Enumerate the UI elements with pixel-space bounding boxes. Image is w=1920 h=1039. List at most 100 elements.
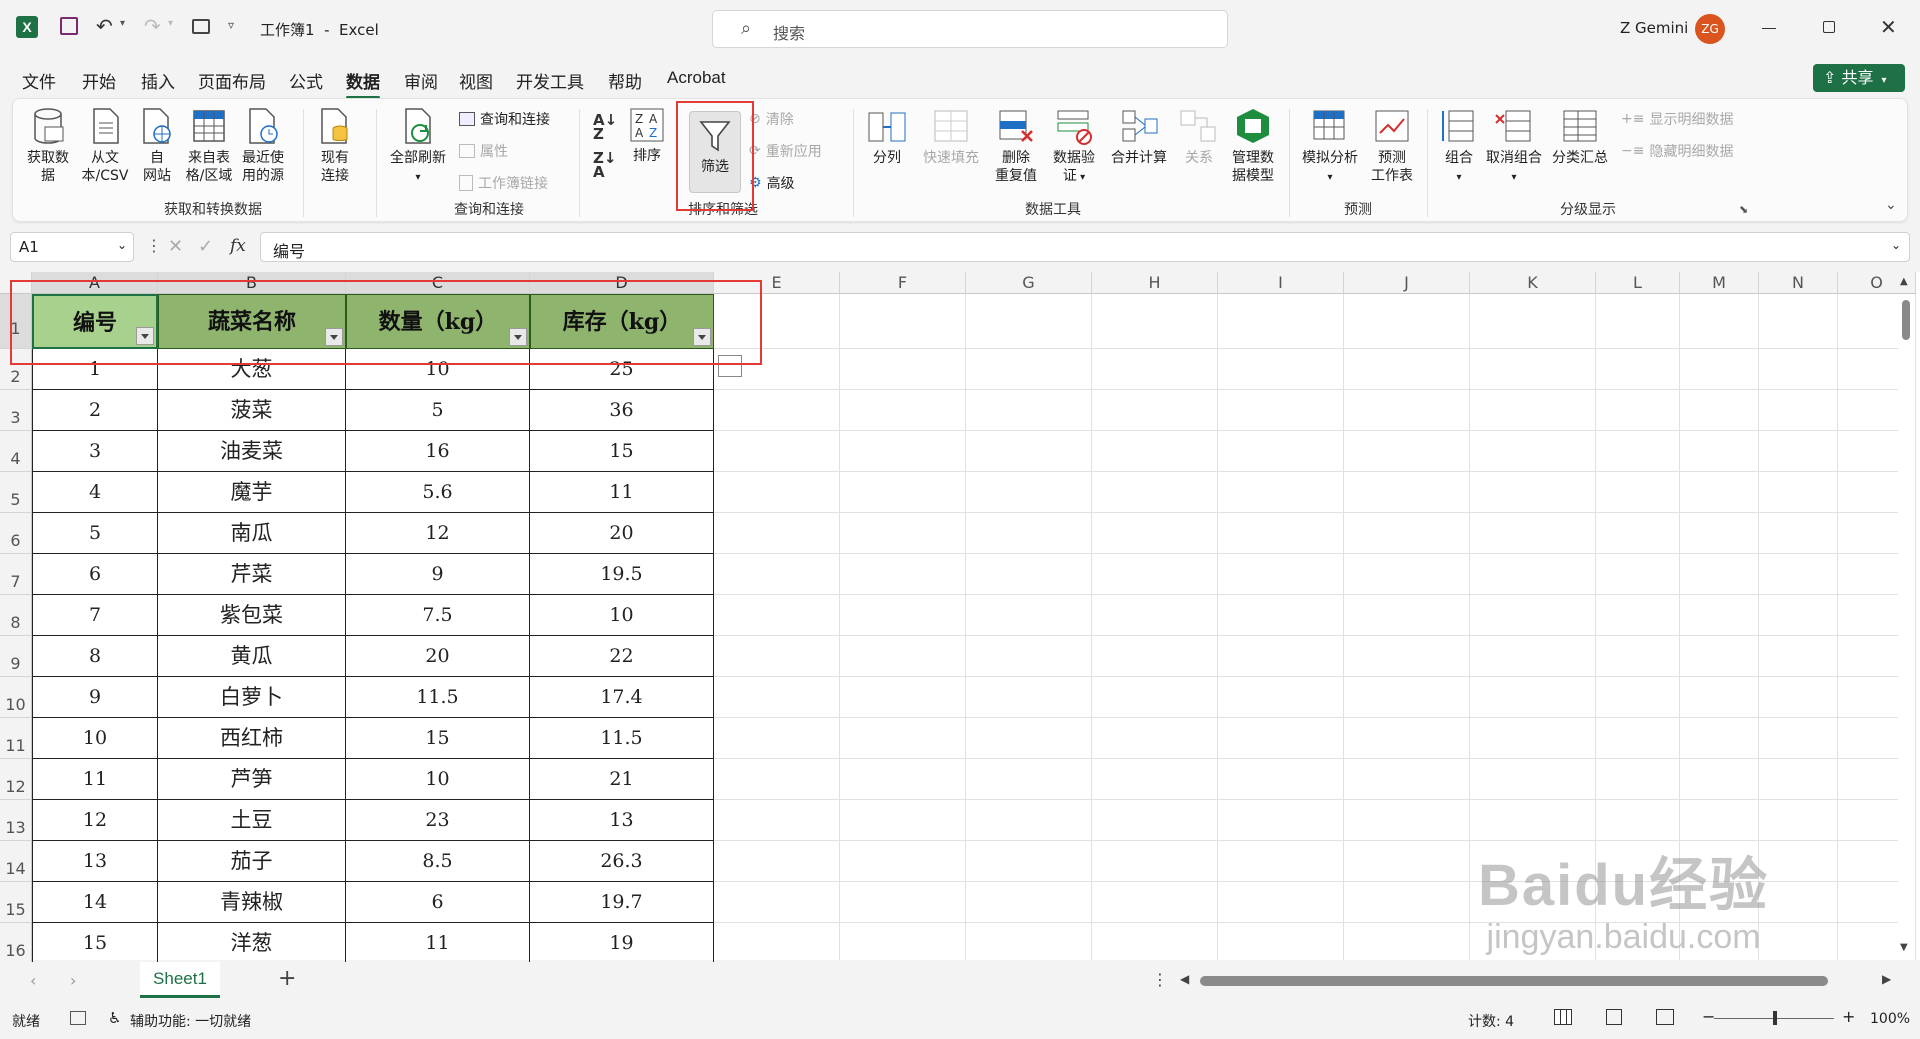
table-cell[interactable]: 油麦菜: [158, 431, 346, 472]
add-sheet-icon[interactable]: +: [278, 966, 296, 991]
table-header-cell[interactable]: 库存（kg）: [530, 294, 714, 349]
filter-dropdown-button[interactable]: [136, 327, 154, 345]
column-header-n[interactable]: N: [1759, 272, 1838, 294]
avatar[interactable]: ZG: [1695, 14, 1725, 44]
row-header-2[interactable]: 2: [0, 349, 32, 390]
table-cell[interactable]: 16: [346, 431, 530, 472]
table-cell[interactable]: 19.5: [530, 554, 714, 595]
worksheet-grid[interactable]: A B C D E F G H I J K L M N O 1 2 3 4 5 6 7 8 9 10 11 12 13 14 15 16 1 大…: [0, 272, 1920, 964]
tab-view[interactable]: 视图: [459, 68, 493, 93]
sort-descending-icon[interactable]: Z↓ A: [593, 151, 616, 180]
sort-ascending-icon[interactable]: A↓ Z: [593, 113, 617, 142]
close-icon[interactable]: ✕: [1880, 15, 1897, 39]
zoom-level[interactable]: 100%: [1870, 1011, 1910, 1027]
column-header-f[interactable]: F: [840, 272, 966, 294]
scroll-down-icon[interactable]: ▼: [1900, 942, 1908, 953]
table-cell[interactable]: 11.5: [530, 718, 714, 759]
column-header-c[interactable]: C: [346, 272, 530, 294]
table-header-cell[interactable]: 蔬菜名称: [158, 294, 346, 349]
tab-help[interactable]: 帮助: [608, 68, 642, 93]
column-header-i[interactable]: I: [1218, 272, 1344, 294]
data-validation-button[interactable]: 数据验 证 ▾: [1047, 107, 1101, 187]
table-cell[interactable]: 11: [346, 923, 530, 964]
table-cell[interactable]: 6: [32, 554, 158, 595]
table-cell[interactable]: 青辣椒: [158, 882, 346, 923]
save-icon[interactable]: [60, 17, 78, 35]
group-button[interactable]: 组合 ▾: [1437, 107, 1481, 187]
table-cell[interactable]: 洋葱: [158, 923, 346, 964]
table-cell[interactable]: 11: [32, 759, 158, 800]
table-cell[interactable]: 15: [346, 718, 530, 759]
customize-toolbar-icon[interactable]: ▿: [228, 18, 234, 32]
restore-icon[interactable]: [1823, 21, 1835, 33]
table-cell[interactable]: 10: [346, 349, 530, 390]
prev-sheet-icon[interactable]: ‹: [30, 971, 36, 990]
table-cell[interactable]: 黄瓜: [158, 636, 346, 677]
table-cell[interactable]: 9: [32, 677, 158, 718]
form-icon[interactable]: [192, 19, 210, 34]
ungroup-button[interactable]: 取消组合 ▾: [1481, 107, 1547, 187]
undo-dropdown-icon[interactable]: ▾: [120, 18, 125, 29]
zoom-in-icon[interactable]: +: [1842, 1007, 1855, 1026]
select-all-corner[interactable]: [0, 272, 32, 294]
redo-icon[interactable]: ↷: [144, 14, 161, 38]
formula-input[interactable]: 编号 ⌄: [260, 232, 1910, 262]
table-cell[interactable]: 9: [346, 554, 530, 595]
tab-home[interactable]: 开始: [82, 68, 116, 93]
table-cell[interactable]: 13: [530, 800, 714, 841]
dialog-launcher-icon[interactable]: ⬊: [1739, 203, 1748, 216]
subtotal-button[interactable]: 分类汇总: [1547, 107, 1613, 167]
sheet-options-icon[interactable]: ⋮: [1152, 970, 1168, 989]
user-name[interactable]: Z Gemini: [1620, 19, 1688, 37]
accessibility-icon[interactable]: ♿: [108, 1009, 121, 1027]
text-to-columns-button[interactable]: 分列: [865, 107, 909, 167]
row-header-12[interactable]: 12: [0, 759, 32, 800]
properties-button[interactable]: 属性: [459, 141, 508, 161]
show-detail-button[interactable]: +≡ 显示明细数据: [1621, 109, 1733, 129]
redo-dropdown-icon[interactable]: ▾: [168, 18, 173, 29]
clear-filter-button[interactable]: ⊘ 清除: [749, 109, 794, 129]
table-cell[interactable]: 14: [32, 882, 158, 923]
tab-acrobat[interactable]: Acrobat: [667, 68, 726, 88]
table-cell[interactable]: 26.3: [530, 841, 714, 882]
enter-icon[interactable]: ✓: [198, 236, 213, 257]
collapse-ribbon-icon[interactable]: ⌄: [1885, 197, 1897, 213]
name-box[interactable]: A1 ⌄: [10, 232, 134, 262]
scroll-right-icon[interactable]: ▶: [1882, 972, 1891, 986]
quick-analysis-icon[interactable]: [718, 355, 742, 377]
table-cell[interactable]: 36: [530, 390, 714, 431]
search-box[interactable]: ⌕ 搜索: [712, 10, 1228, 48]
table-cell[interactable]: 7.5: [346, 595, 530, 636]
column-header-j[interactable]: J: [1344, 272, 1470, 294]
normal-view-icon[interactable]: [1554, 1009, 1572, 1025]
scroll-up-icon[interactable]: ▲: [1900, 276, 1908, 287]
table-cell[interactable]: 茄子: [158, 841, 346, 882]
filter-dropdown-button[interactable]: [693, 328, 711, 346]
tab-file[interactable]: 文件: [22, 68, 56, 93]
refresh-all-button[interactable]: 全部刷新 ▾: [385, 107, 451, 187]
table-cell[interactable]: 5.6: [346, 472, 530, 513]
row-header-8[interactable]: 8: [0, 595, 32, 636]
table-cell[interactable]: 8: [32, 636, 158, 677]
table-cell[interactable]: 20: [346, 636, 530, 677]
sort-button[interactable]: ZAAZ 排序: [625, 107, 669, 165]
table-cell[interactable]: 芦笋: [158, 759, 346, 800]
row-header-5[interactable]: 5: [0, 472, 32, 513]
table-cell[interactable]: 8.5: [346, 841, 530, 882]
table-cell[interactable]: 南瓜: [158, 513, 346, 554]
table-header-cell[interactable]: 编号: [32, 294, 158, 349]
row-header-7[interactable]: 7: [0, 554, 32, 595]
vertical-scrollbar[interactable]: [1902, 300, 1910, 340]
from-table-button[interactable]: 来自表 格/区域: [183, 107, 235, 185]
insert-function-icon[interactable]: fx: [230, 236, 246, 256]
table-cell[interactable]: 10: [346, 759, 530, 800]
table-cell[interactable]: 11: [530, 472, 714, 513]
table-cell[interactable]: 12: [32, 800, 158, 841]
filter-button[interactable]: 筛选: [689, 111, 741, 193]
tab-data[interactable]: 数据: [346, 68, 380, 99]
table-cell[interactable]: 19.7: [530, 882, 714, 923]
row-header-13[interactable]: 13: [0, 800, 32, 841]
hide-detail-button[interactable]: −≡ 隐藏明细数据: [1621, 141, 1733, 161]
column-header-g[interactable]: G: [966, 272, 1092, 294]
manage-data-model-button[interactable]: 管理数 据模型: [1225, 107, 1281, 185]
